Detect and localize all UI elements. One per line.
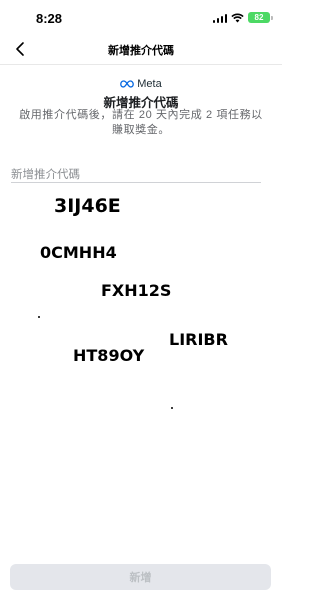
meta-infinity-icon [120, 80, 135, 88]
wifi-icon [231, 13, 244, 22]
noise-dot [171, 407, 173, 409]
nav-bar: 新增推介代碼 [0, 34, 282, 65]
captcha-code: HT89OY [73, 346, 145, 365]
battery-level: 82 [254, 13, 264, 22]
noise-dot [38, 316, 40, 318]
battery-icon: 82 [248, 12, 273, 23]
content-description: 啟用推介代碼後，請在 20 天內完成 2 項任務以賺取獎金。 [19, 109, 263, 136]
captcha-code: 0CMHH4 [40, 243, 117, 262]
captcha-code: 3IJ46E [54, 195, 121, 217]
referral-code-input[interactable] [11, 182, 261, 183]
meta-brand-text: Meta [137, 78, 162, 90]
referral-code-field-label[interactable]: 新增推介代碼 [11, 166, 80, 182]
add-button[interactable]: 新增 [10, 564, 271, 590]
nav-title: 新增推介代碼 [108, 45, 174, 57]
status-icons: 82 [212, 12, 273, 23]
status-time: 8:28 [36, 11, 63, 26]
captcha-code: LIRIBR [169, 330, 228, 349]
signal-icon [212, 13, 227, 23]
captcha-code: FXH12S [101, 281, 172, 300]
page: 8:28 82 新增推介代碼 Meta 新增推介代碼 啟用推介代碼後，請在 20… [0, 0, 282, 612]
meta-logo: Meta [0, 78, 282, 90]
